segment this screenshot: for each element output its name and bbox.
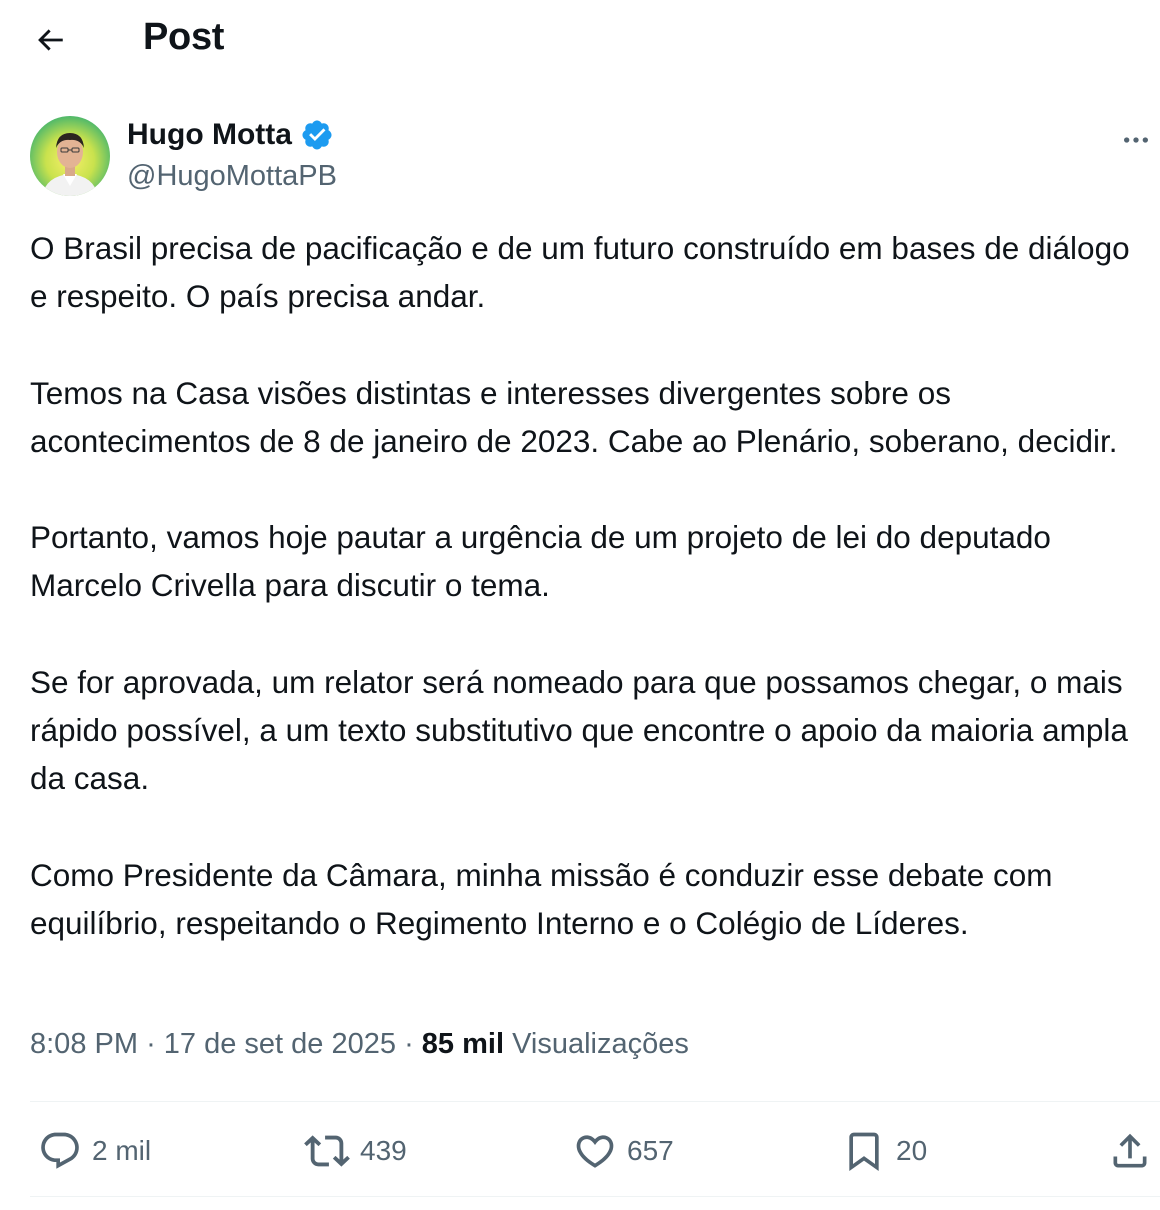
post-author: Hugo Motta @HugoMottaPB <box>30 116 1160 196</box>
post-paragraph: Temos na Casa visões distintas e interes… <box>30 374 1118 459</box>
reply-button[interactable]: 2 mil <box>38 1128 151 1174</box>
arrow-left-icon <box>38 29 63 51</box>
post-paragraph: Portanto, vamos hoje pautar a urgência d… <box>30 519 1051 604</box>
display-name[interactable]: Hugo Motta <box>127 118 292 152</box>
page-title: Post <box>143 16 225 58</box>
share-icon <box>1113 1133 1147 1168</box>
back-button[interactable] <box>30 20 70 60</box>
divider <box>30 1196 1160 1197</box>
display-name-row: Hugo Motta <box>127 118 334 152</box>
user-handle[interactable]: @HugoMottaPB <box>127 160 337 193</box>
post-paragraph: O Brasil precisa de pacificação e de um … <box>30 230 1130 315</box>
bookmark-icon <box>849 1132 879 1172</box>
post-metadata: 8:08 PM · 17 de set de 2025 · 85 mil Vis… <box>30 1028 689 1061</box>
post-text: O Brasil precisa de pacificação e de um … <box>30 224 1155 947</box>
repost-button[interactable]: 439 <box>304 1128 407 1174</box>
meta-separator: · <box>404 1028 414 1060</box>
bookmark-button[interactable]: 20 <box>842 1128 927 1174</box>
post-paragraph: Se for aprovada, um relator será nomeado… <box>30 663 1128 797</box>
repost-icon <box>304 1135 350 1167</box>
like-count: 657 <box>627 1135 674 1166</box>
reply-count: 2 mil <box>92 1135 152 1166</box>
reply-icon <box>41 1132 79 1169</box>
more-options-button[interactable] <box>1116 122 1156 158</box>
action-bar: 2 mil 439 657 20 <box>30 1104 1160 1196</box>
verified-badge-icon[interactable] <box>300 118 334 152</box>
like-button[interactable]: 657 <box>573 1128 674 1174</box>
top-bar: Post <box>0 0 1160 80</box>
bookmark-count: 20 <box>896 1135 928 1166</box>
meta-separator: · <box>146 1028 156 1060</box>
views-label: Visualizações <box>512 1028 689 1060</box>
views-count: 85 mil <box>421 1028 505 1060</box>
post-paragraph: Como Presidente da Câmara, minha missão … <box>30 856 1053 941</box>
more-horizontal-icon <box>1124 137 1148 143</box>
avatar[interactable] <box>30 116 110 196</box>
post-time[interactable]: 8:08 PM <box>30 1028 138 1060</box>
post-date[interactable]: 17 de set de 2025 <box>164 1028 396 1060</box>
heart-icon <box>576 1135 614 1168</box>
divider <box>30 1101 1160 1102</box>
repost-count: 439 <box>360 1135 407 1166</box>
share-button[interactable] <box>1108 1128 1152 1174</box>
